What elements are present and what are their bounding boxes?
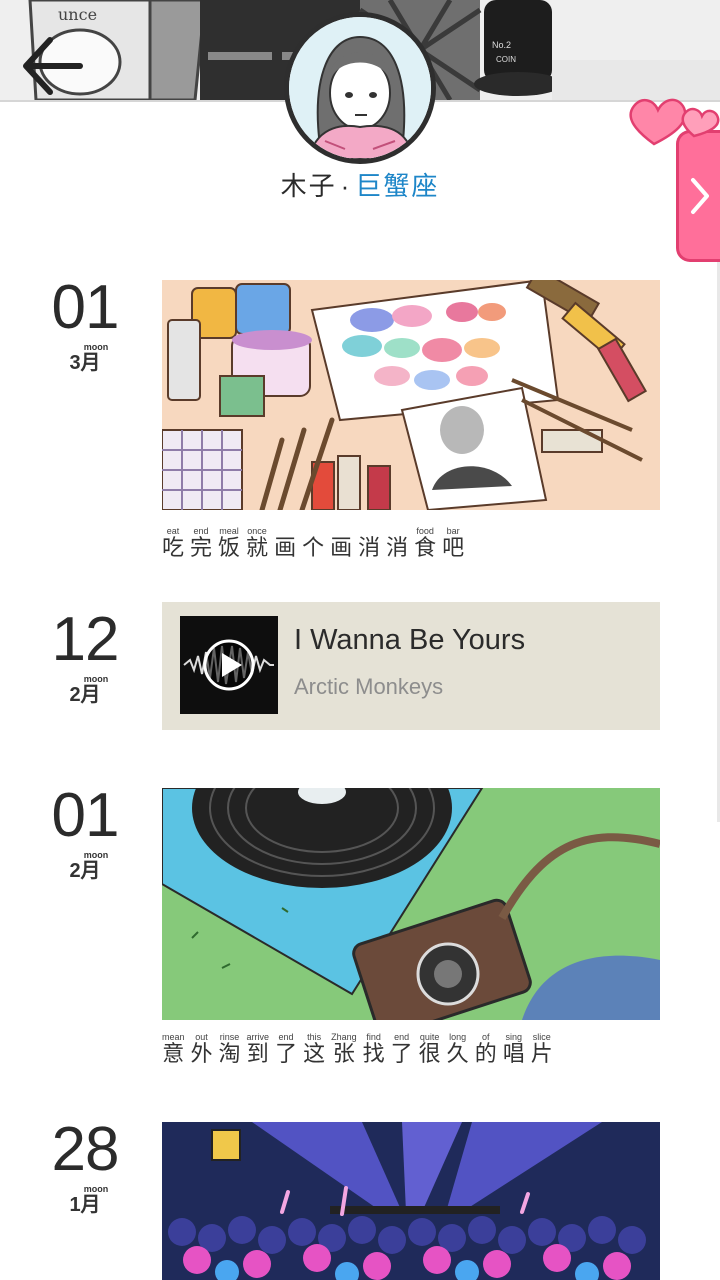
side-tab-button[interactable]	[676, 130, 720, 262]
entry-date: 12 moon 2月	[46, 605, 124, 708]
song-artist: Arctic Monkeys	[294, 674, 444, 699]
song-title: I Wanna Be Yours	[294, 624, 526, 656]
caption-char: end 完	[190, 526, 213, 561]
caption-char: 画	[274, 536, 297, 561]
avatar[interactable]	[284, 12, 436, 164]
moon-label: moon	[83, 850, 109, 860]
caption-char: 个	[302, 536, 325, 561]
svg-text:No.2: No.2	[492, 40, 511, 50]
caption-char: 画	[330, 536, 353, 561]
music-card[interactable]: I Wanna Be Yours Arctic Monkeys	[162, 602, 660, 730]
caption-char: mean 意	[162, 1032, 185, 1067]
entry-date: 01 moon 2月	[46, 781, 124, 884]
caption-char: eat 吃	[162, 526, 185, 561]
caption-char: meal 饭	[218, 526, 241, 561]
profile-name: 木子 · 巨蟹座	[0, 166, 720, 203]
entry-day: 01	[51, 273, 120, 342]
painting-supplies-illustration	[162, 280, 660, 510]
entry-month: 3月	[69, 352, 101, 374]
entry-month: 2月	[69, 684, 101, 706]
caption-char: bar 吧	[442, 526, 465, 561]
caption-char: arrive 到	[246, 1032, 270, 1067]
chevron-right-icon	[690, 178, 709, 214]
entry-image[interactable]	[162, 280, 660, 510]
caption-char: end 了	[275, 1032, 298, 1067]
moon-label: moon	[83, 1184, 109, 1194]
entry-day: 01	[51, 781, 120, 850]
caption-char: of 的	[474, 1032, 497, 1067]
entry-image[interactable]	[162, 1122, 660, 1280]
entry-caption: eat 吃 end 完 meal 饭 once 就画个画消消 food 食 bar 吧	[162, 526, 660, 561]
arrow-left-icon	[23, 37, 83, 95]
concert-crowd-illustration	[162, 1122, 660, 1280]
moon-label: moon	[83, 674, 109, 684]
caption-char: end 了	[390, 1032, 413, 1067]
caption-char: quite 很	[418, 1032, 441, 1067]
caption-char: once 就	[246, 526, 269, 561]
caption-char: 消	[386, 536, 409, 561]
caption-char: food 食	[414, 526, 437, 561]
avatar-illustration	[289, 17, 431, 159]
entry-date: 01 moon 3月	[46, 273, 124, 376]
svg-text:COIN: COIN	[496, 55, 516, 64]
caption-char: sing 唱	[502, 1032, 525, 1067]
entry-date: 28 moon 1月	[46, 1115, 124, 1218]
caption-char: find 找	[362, 1032, 385, 1067]
caption-char: rinse 淘	[218, 1032, 241, 1067]
moon-label: moon	[83, 342, 109, 352]
caption-char: this 这	[303, 1032, 326, 1067]
entry-image[interactable]	[162, 788, 660, 1020]
album-cover[interactable]	[180, 616, 278, 714]
entry-month: 1月	[69, 1194, 101, 1216]
svg-text:unce: unce	[58, 5, 97, 24]
caption-char: long 久	[446, 1032, 469, 1067]
vinyl-and-camera-illustration	[162, 788, 660, 1020]
user-name: 木子	[280, 171, 337, 201]
entry-caption: mean 意 out 外 rinse 淘 arrive 到 end 了 this 这 Zhang 张 fin…	[162, 1032, 660, 1067]
back-button[interactable]	[12, 26, 92, 106]
name-separator: ·	[340, 171, 352, 201]
hearts-decoration	[629, 98, 720, 146]
zodiac-sign: 巨蟹座	[355, 171, 440, 201]
play-icon	[180, 616, 278, 714]
entry-month: 2月	[69, 860, 101, 882]
entry-day: 12	[51, 605, 120, 674]
caption-char: Zhang 张	[331, 1032, 357, 1067]
caption-char: slice 片	[530, 1032, 553, 1067]
caption-char: 消	[358, 536, 381, 561]
entry-day: 28	[51, 1115, 120, 1184]
caption-char: out 外	[190, 1032, 213, 1067]
